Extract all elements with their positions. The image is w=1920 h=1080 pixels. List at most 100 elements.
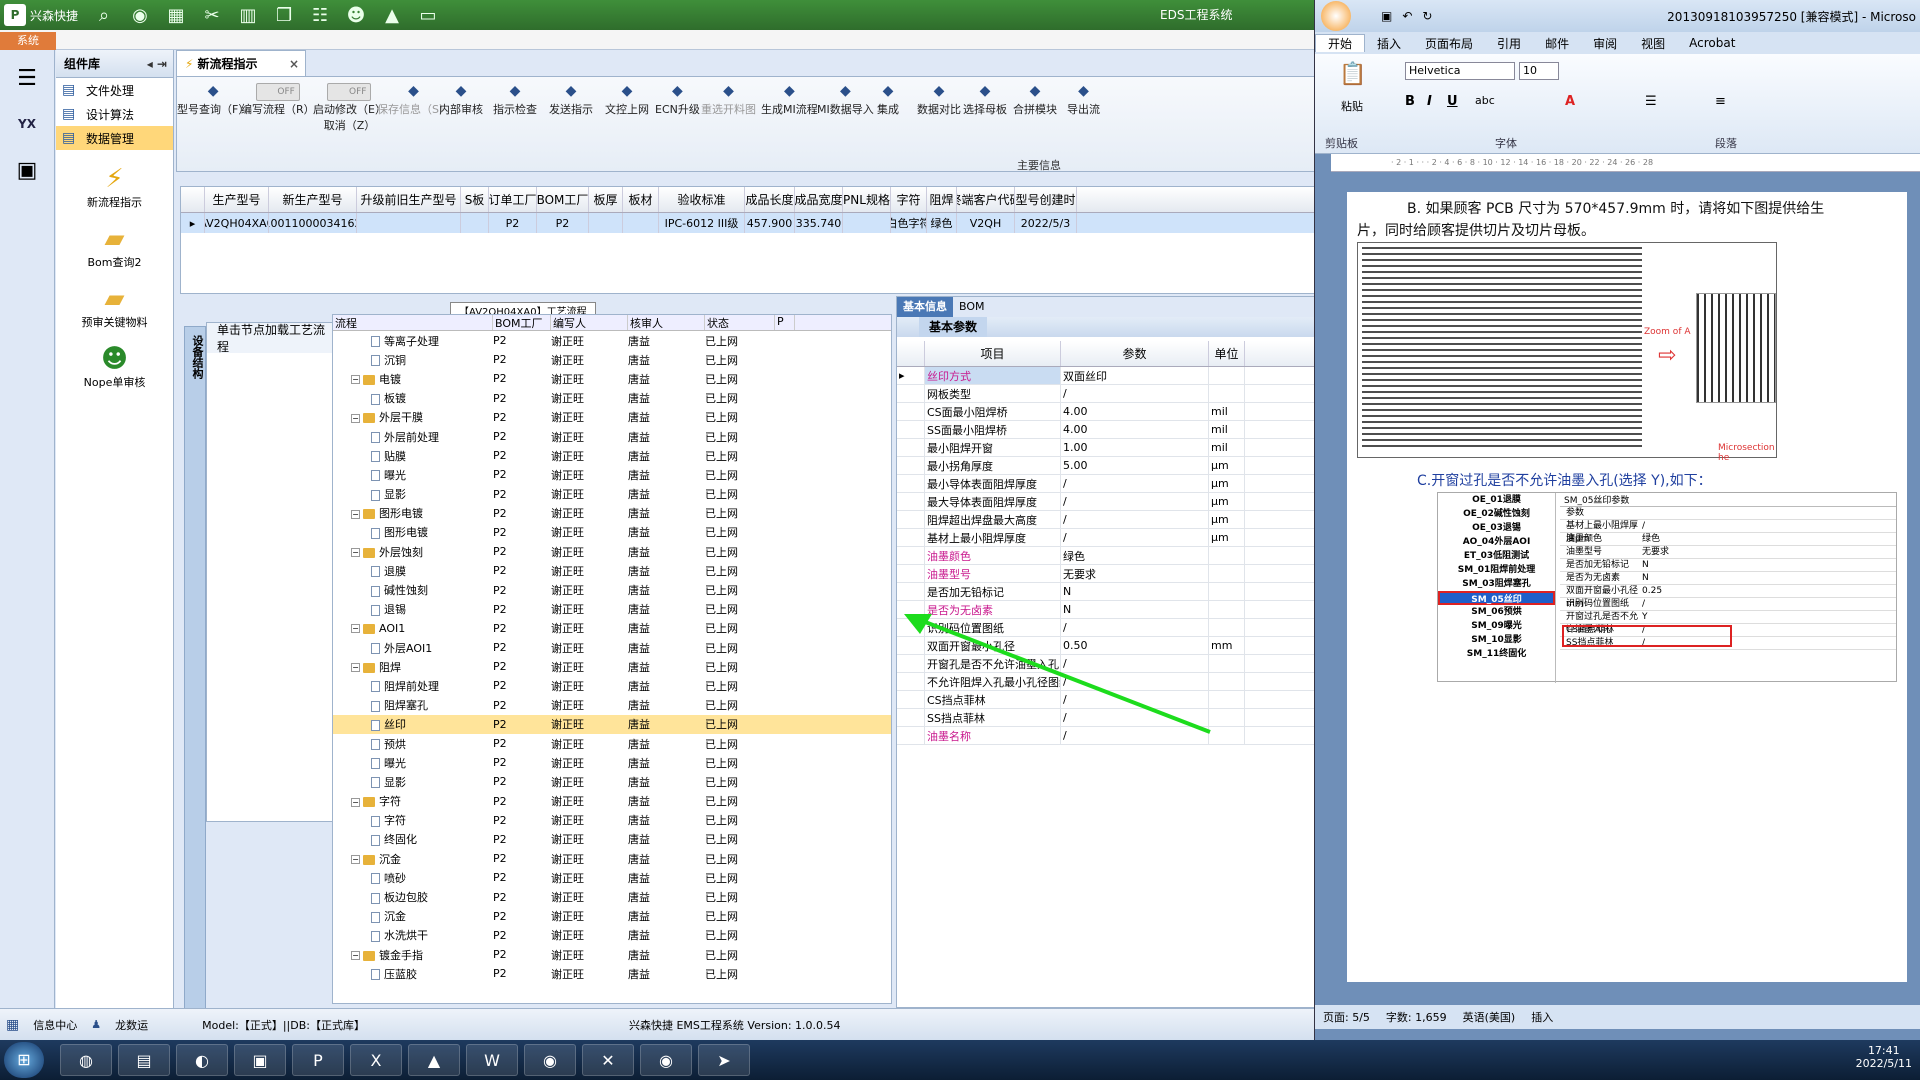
ribbon-button-7[interactable]: ◆ 文控上网 xyxy=(605,83,649,143)
word-tab[interactable]: Acrobat xyxy=(1677,36,1747,50)
ribbon-button-8[interactable]: ◆ ECN升级 xyxy=(655,83,700,143)
expand-icon[interactable]: − xyxy=(351,413,360,423)
menu-icon[interactable]: ☰ xyxy=(9,60,45,96)
taskbar-app-eye[interactable]: ◉ xyxy=(524,1044,576,1076)
taskbar-app-save[interactable]: ▣ xyxy=(234,1044,286,1076)
param-value[interactable]: 4.00 xyxy=(1061,403,1209,420)
param-value[interactable]: N xyxy=(1061,583,1209,600)
grid-cell[interactable]: P2 xyxy=(489,213,537,233)
param-row[interactable]: 是否加无铅标记 N xyxy=(897,583,1319,601)
bullets-button[interactable]: ☰ xyxy=(1645,94,1657,109)
tree-row[interactable]: 板边包胶 P2 谢正旺 唐益 已上网 xyxy=(333,887,891,906)
start-button[interactable]: ⊞ xyxy=(4,1042,44,1078)
tree-row[interactable]: − 图形电镀 P2 谢正旺 唐益 已上网 xyxy=(333,504,891,523)
office-orb-icon[interactable] xyxy=(1321,1,1351,31)
tab-device-structure[interactable]: 设备结构 xyxy=(184,326,206,1016)
grid-header[interactable]: 板材 xyxy=(623,187,659,212)
ribbon-button-1[interactable]: OFF 编写流程（R） xyxy=(241,83,315,143)
tree-row[interactable]: 贴膜 P2 谢正旺 唐益 已上网 xyxy=(333,446,891,465)
grid-cell[interactable]: 457.900 xyxy=(745,213,795,233)
ribbon-button-4[interactable]: ◆ 内部审核 xyxy=(439,83,483,143)
param-value[interactable]: / xyxy=(1061,385,1209,402)
tree-header[interactable]: 流程 xyxy=(333,315,493,330)
insert-mode[interactable]: 插入 xyxy=(1531,1009,1553,1025)
expand-icon[interactable]: − xyxy=(351,375,360,385)
tree-row[interactable]: 喷砂 P2 谢正旺 唐益 已上网 xyxy=(333,868,891,887)
database-icon[interactable]: ▣ xyxy=(9,152,45,188)
tree-row[interactable]: 沉铜 P2 谢正旺 唐益 已上网 xyxy=(333,350,891,369)
toggle-switch[interactable]: OFF xyxy=(327,83,372,101)
grid-cell[interactable] xyxy=(589,213,623,233)
grid-header[interactable]: BOM工厂 xyxy=(537,187,589,212)
bold-button[interactable]: B xyxy=(1405,94,1415,109)
toggle-switch[interactable]: OFF xyxy=(255,83,300,101)
param-value[interactable]: 5.00 xyxy=(1061,457,1209,474)
font-size-box[interactable]: 10 xyxy=(1519,62,1559,80)
tree-row[interactable]: 压蓝胶 P2 谢正旺 唐益 已上网 xyxy=(333,964,891,983)
grid-header[interactable]: 验收标准 xyxy=(659,187,745,212)
tree-row[interactable]: 丝印 P2 谢正旺 唐益 已上网 xyxy=(333,714,891,734)
grid-cell[interactable]: V2QH xyxy=(957,213,1015,233)
param-row[interactable]: 最小拐角厚度 5.00 μm xyxy=(897,457,1319,475)
tab-bom[interactable]: BOM xyxy=(953,297,991,317)
tree-row[interactable]: 外层AOI1 P2 谢正旺 唐益 已上网 xyxy=(333,638,891,657)
taskbar-app-excel[interactable]: X xyxy=(350,1044,402,1076)
taskbar-app-pdf[interactable]: ▲ xyxy=(408,1044,460,1076)
taskbar-app-shell[interactable]: ◍ xyxy=(60,1044,112,1076)
tree-row[interactable]: − AOI1 P2 谢正旺 唐益 已上网 xyxy=(333,619,891,638)
param-row[interactable]: 油墨颜色 绿色 xyxy=(897,547,1319,565)
tree-row[interactable]: − 阻焊 P2 谢正旺 唐益 已上网 xyxy=(333,657,891,676)
material-review-button[interactable]: ▰ 预审关键物料 xyxy=(56,284,173,330)
info-center-icon[interactable]: ▦ xyxy=(6,1017,19,1033)
tree-row[interactable]: 图形电镀 P2 谢正旺 唐益 已上网 xyxy=(333,523,891,542)
italic-button[interactable]: I xyxy=(1427,94,1432,109)
ribbon-button-0[interactable]: ◆ 型号查询（F） xyxy=(177,83,249,143)
tree-header[interactable]: 状态 xyxy=(705,315,775,330)
tree-row[interactable]: 水洗烘干 P2 谢正旺 唐益 已上网 xyxy=(333,926,891,945)
word-tab[interactable]: 视图 xyxy=(1629,35,1677,52)
param-value[interactable]: / xyxy=(1061,475,1209,492)
word-count[interactable]: 字数: 1,659 xyxy=(1386,1009,1447,1025)
tab-new-flow[interactable]: ⚡ 新流程指示 × xyxy=(176,50,306,76)
save-icon[interactable]: ▣ xyxy=(1381,9,1392,23)
row-selector-icon[interactable]: ▸ xyxy=(181,213,205,233)
taskbar-app-eds[interactable]: P xyxy=(292,1044,344,1076)
taskbar-app-bird[interactable]: ➤ xyxy=(698,1044,750,1076)
grid-cell[interactable]: 10011000034162 xyxy=(269,213,357,233)
grid-cell[interactable]: AV2QH04XA0 xyxy=(205,213,269,233)
expand-icon[interactable]: − xyxy=(351,509,360,519)
param-value[interactable]: 绿色 xyxy=(1061,547,1209,564)
tree-row[interactable]: 阻焊前处理 P2 谢正旺 唐益 已上网 xyxy=(333,676,891,695)
grid-header[interactable]: S板 xyxy=(461,187,489,212)
tree-header[interactable]: BOM工厂 xyxy=(493,315,551,330)
scissors-icon[interactable]: ✂ xyxy=(199,3,225,27)
taskbar-app-notepad[interactable]: ▤ xyxy=(118,1044,170,1076)
tree-row[interactable]: − 电镀 P2 谢正旺 唐益 已上网 xyxy=(333,369,891,388)
grid-cell[interactable] xyxy=(843,213,891,233)
undo-icon[interactable]: ↶ xyxy=(1402,9,1412,23)
grid-header[interactable]: 字符 xyxy=(891,187,927,212)
grid-header[interactable]: 新生产型号 xyxy=(269,187,357,212)
grid-cell[interactable]: 绿色 xyxy=(927,213,957,233)
ribbon-button-14[interactable]: ◆ 选择母板 xyxy=(963,83,1007,143)
ribbon-button-12[interactable]: ◆ 集成 xyxy=(877,83,899,143)
ribbon-button-5[interactable]: ◆ 指示检查 xyxy=(493,83,537,143)
param-value[interactable]: 双面丝印 xyxy=(1061,367,1209,384)
ribbon-button-9[interactable]: ◆ 重选开料图 xyxy=(701,83,756,143)
tree-row[interactable]: 外层前处理 P2 谢正旺 唐益 已上网 xyxy=(333,427,891,446)
grid-header[interactable]: 生产型号 xyxy=(205,187,269,212)
tree-row[interactable]: 阻焊塞孔 P2 谢正旺 唐益 已上网 xyxy=(333,696,891,715)
compass-icon[interactable]: ◉ xyxy=(127,3,153,27)
ribbon-button-11[interactable]: ◆ MI数据导入 xyxy=(817,83,874,143)
param-row[interactable]: ▸ 丝印方式 双面丝印 xyxy=(897,367,1319,385)
grid-header[interactable]: 板厚 xyxy=(589,187,623,212)
param-row[interactable]: 基材上最小阻焊厚度 / μm xyxy=(897,529,1319,547)
complib-item-file[interactable]: ▤ 文件处理 xyxy=(56,78,173,102)
tree-header[interactable]: 编写人 xyxy=(551,315,628,330)
tree-row[interactable]: − 外层干膜 P2 谢正旺 唐益 已上网 xyxy=(333,408,891,427)
collapse-icon[interactable]: ◂ ⇥ xyxy=(147,57,167,71)
strikethrough-button[interactable]: abc xyxy=(1475,94,1495,107)
basic-params-title[interactable]: 基本参数 xyxy=(919,317,988,337)
param-value[interactable]: / xyxy=(1061,493,1209,510)
underline-button[interactable]: U xyxy=(1447,94,1458,109)
